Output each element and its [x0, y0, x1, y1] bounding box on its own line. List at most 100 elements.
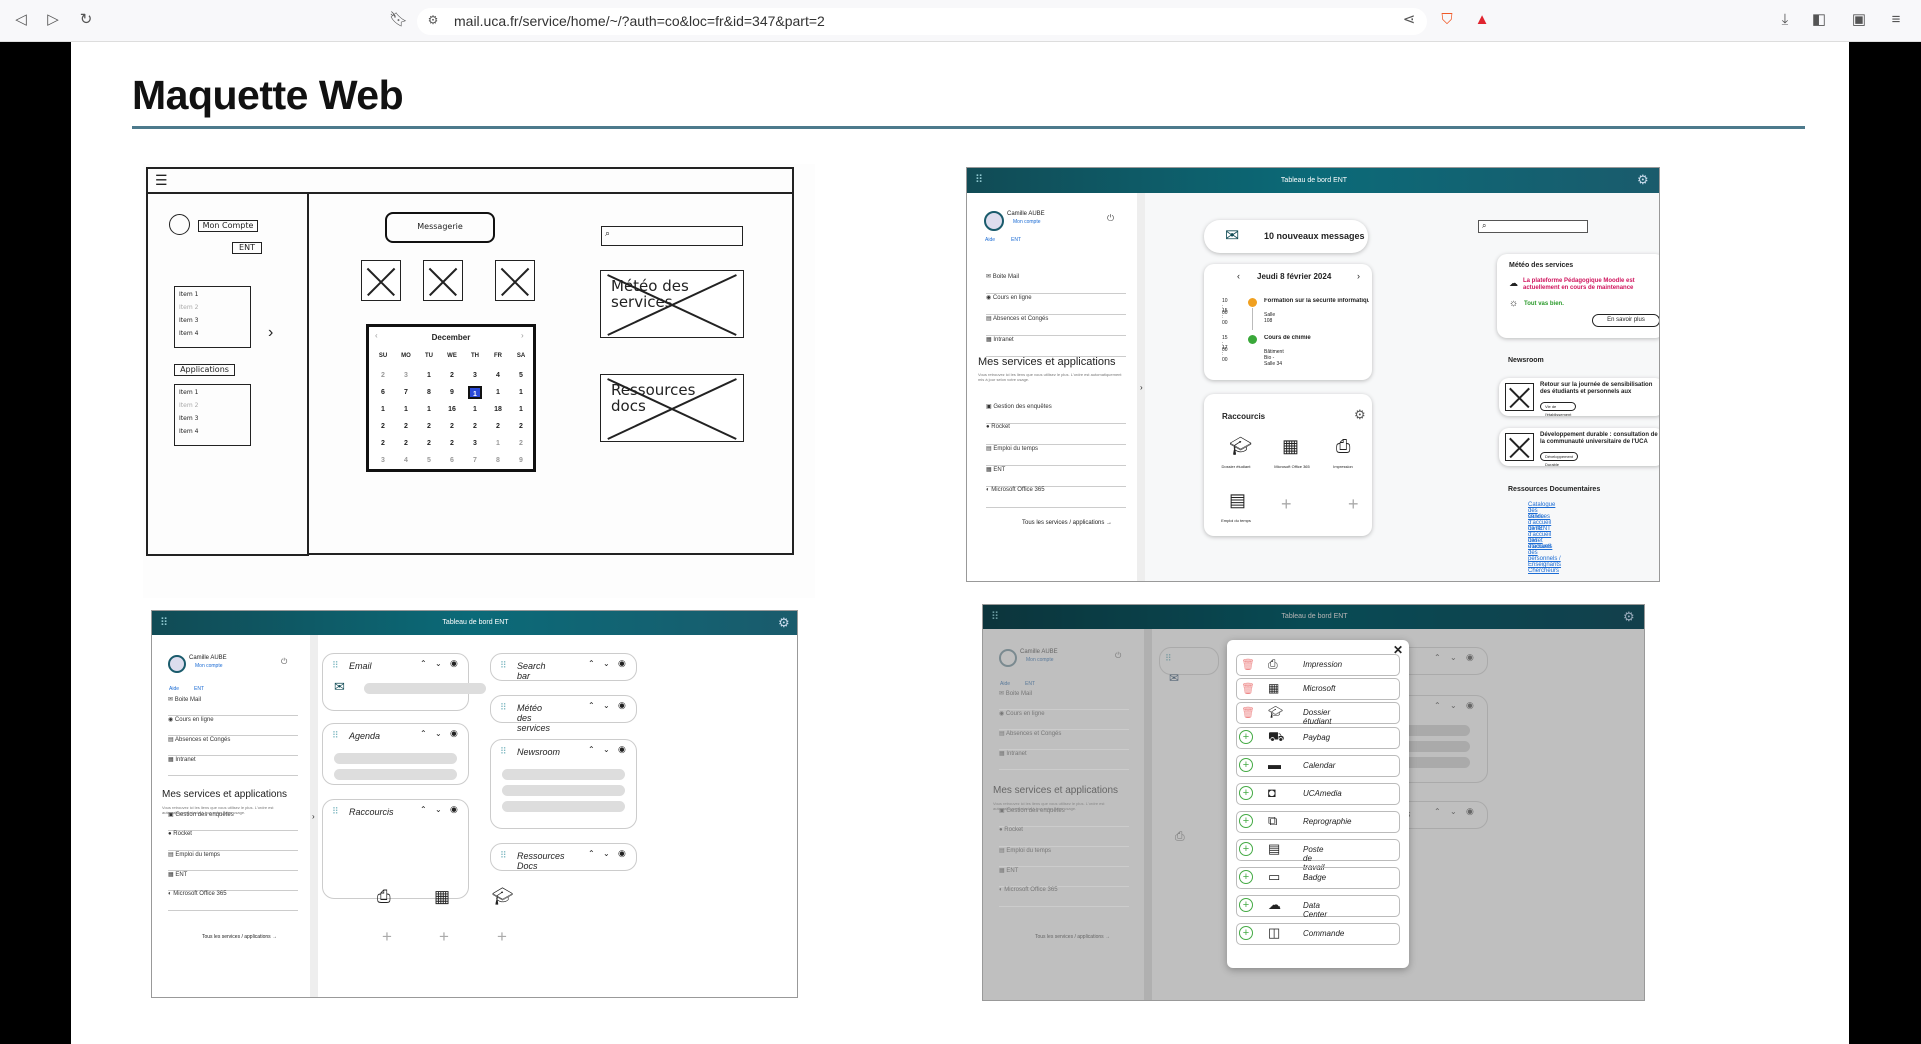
avatar[interactable]	[984, 211, 1004, 231]
widget-raccourcis[interactable]	[322, 799, 469, 899]
calendar-day[interactable]: 3	[376, 454, 390, 467]
calendar-day[interactable]: 2	[422, 420, 436, 433]
reload-icon[interactable]: ↻	[77, 11, 95, 29]
ent-link[interactable]: ENT	[194, 686, 204, 692]
forward-icon[interactable]: ▷	[44, 11, 62, 29]
microsoft-icon[interactable]: ▦	[1282, 436, 1299, 457]
calendar-day[interactable]: 16	[445, 403, 459, 416]
mon-compte-button[interactable]: Mon Compte	[198, 220, 258, 232]
add-shortcut-icon-3[interactable]: +	[497, 927, 507, 947]
calendar-day[interactable]: 9	[514, 454, 528, 467]
apps-grid-icon[interactable]: ⠿	[975, 173, 983, 186]
drag-handle-icon[interactable]: ⠿	[500, 746, 507, 757]
apps-grid-icon[interactable]: ⠿	[991, 610, 999, 623]
chevron-up-icon[interactable]: ⌃	[588, 745, 595, 754]
sidebar-item[interactable]: ◉ Cours en ligne	[986, 294, 1126, 315]
calendar-day[interactable]: 1	[514, 403, 528, 416]
drag-handle-icon[interactable]: ⠿	[332, 806, 339, 817]
settings-gear-icon[interactable]: ⚙	[1623, 609, 1635, 625]
all-services-link[interactable]: Tous les services / applications →	[202, 934, 277, 940]
mon-compte-link[interactable]: Mon compte	[1013, 219, 1041, 225]
calendar-day[interactable]: 1	[399, 403, 413, 416]
sidebar-item[interactable]: ▦ Intranet	[999, 750, 1129, 770]
chevron-up-icon[interactable]: ⌃	[588, 701, 595, 710]
calendar-day[interactable]: 2	[399, 420, 413, 433]
apps-grid-icon[interactable]: ⠿	[160, 616, 168, 629]
sidebar-item[interactable]: ◉ Cours en ligne	[999, 710, 1129, 730]
service-item[interactable]: ◐ Microsoft Office 365	[999, 887, 1129, 907]
sidebar-item[interactable]: ▤ Absences et Congés	[999, 730, 1129, 750]
microsoft-icon[interactable]: ▦	[434, 887, 450, 907]
service-item[interactable]: ▦ ENT	[999, 867, 1129, 887]
trash-icon[interactable]: 🗑︎	[1241, 658, 1255, 671]
calendar-day[interactable]: 4	[399, 454, 413, 467]
calendar-day[interactable]: 1	[514, 386, 528, 399]
chevron-down-icon[interactable]: ⌄	[435, 805, 442, 814]
sidebar-item[interactable]: ✉ Boite Mail	[999, 690, 1129, 710]
news-tag[interactable]: Vie de l'établissement	[1540, 402, 1577, 417]
service-item[interactable]: ▤ Emploi du temps	[986, 445, 1126, 466]
drag-handle-icon[interactable]: ⠿	[332, 660, 339, 671]
add-circle-icon[interactable]: +	[1239, 730, 1253, 744]
service-item[interactable]: ● Rocket	[986, 424, 1126, 445]
search-input[interactable]	[1478, 220, 1588, 233]
calendar-day[interactable]: 1	[491, 437, 505, 450]
eye-icon[interactable]: ◉	[450, 804, 458, 815]
calendar-day[interactable]: 1	[468, 403, 482, 416]
add-circle-icon[interactable]: +	[1239, 926, 1253, 940]
power-icon[interactable]: ⏻	[1107, 213, 1114, 224]
calendar-day[interactable]: 2	[422, 437, 436, 450]
chevron-up-icon[interactable]: ⌃	[420, 729, 427, 738]
service-item[interactable]: ◐ Microsoft Office 365	[168, 891, 298, 911]
chevron-down-icon[interactable]: ⌄	[435, 659, 442, 668]
calendar-day[interactable]: 1	[422, 369, 436, 382]
calendar-day[interactable]: 2	[468, 420, 482, 433]
calendar-day[interactable]: 2	[445, 437, 459, 450]
add-circle-icon[interactable]: +	[1239, 786, 1253, 800]
bookmark-icon[interactable]: 🔖︎	[389, 11, 408, 29]
add-shortcut-icon-2[interactable]: +	[1348, 494, 1359, 515]
ent-link[interactable]: ENT	[1011, 237, 1021, 243]
calendar-day[interactable]: 1	[422, 403, 436, 416]
service-item[interactable]: ▤ Emploi du temps	[999, 847, 1129, 867]
eye-icon[interactable]: ◉	[450, 658, 458, 669]
sidebar-item[interactable]: ▤ Absences et Congés	[986, 315, 1126, 336]
calendar-day[interactable]: 2	[514, 420, 528, 433]
mon-compte-link[interactable]: Mon compte	[195, 663, 223, 669]
trash-icon[interactable]: 🗑︎	[1241, 682, 1255, 695]
eye-icon[interactable]: ◉	[618, 744, 626, 755]
avatar[interactable]	[168, 655, 186, 673]
agenda-next-icon[interactable]: ›	[1357, 271, 1360, 281]
url-text[interactable]: mail.uca.fr/service/home/~/?auth=co&loc=…	[454, 13, 825, 29]
service-item[interactable]: ● Rocket	[999, 827, 1129, 847]
calendar-day[interactable]: 5	[422, 454, 436, 467]
service-item[interactable]: ◐ Microsoft Office 365	[986, 487, 1126, 508]
applications-button[interactable]: Applications	[174, 364, 235, 376]
back-icon[interactable]: ◁	[12, 11, 30, 29]
share-icon[interactable]: ⋖	[1400, 11, 1418, 29]
messagerie-button[interactable]: Messagerie	[385, 212, 495, 243]
add-circle-icon[interactable]: +	[1239, 898, 1253, 912]
service-item[interactable]: ▦ ENT	[168, 871, 298, 891]
raccourcis-settings-icon[interactable]: ⚙	[1354, 407, 1366, 423]
sketch-search-input[interactable]	[601, 226, 743, 246]
eye-icon[interactable]: ◉	[618, 700, 626, 711]
calendar-day[interactable]: 1	[376, 403, 390, 416]
calendar-day[interactable]: 2	[376, 420, 390, 433]
drag-handle-icon[interactable]: ⠿	[500, 660, 507, 671]
add-circle-icon[interactable]: +	[1239, 842, 1253, 856]
sidebar-icon[interactable]: ◧	[1810, 11, 1828, 29]
drag-handle-icon[interactable]: ⠿	[500, 850, 507, 861]
chevron-down-icon[interactable]: ⌄	[603, 701, 610, 710]
chevron-down-icon[interactable]: ⌄	[603, 849, 610, 858]
add-circle-icon[interactable]: +	[1239, 758, 1253, 772]
widget-meteo[interactable]	[490, 695, 637, 723]
calendar-day[interactable]: 2	[399, 437, 413, 450]
service-item[interactable]: ▦ ENT	[986, 466, 1126, 487]
calendar-day[interactable]: 2	[445, 369, 459, 382]
sidebar-item[interactable]: ✉ Boite Mail	[168, 696, 298, 716]
calendar-day[interactable]: 1	[468, 386, 482, 399]
sidebar-item[interactable]: ▦ Intranet	[168, 756, 298, 776]
sidebar-item[interactable]: ◉ Cours en ligne	[168, 716, 298, 736]
calendar-icon[interactable]: ▤	[1229, 490, 1246, 511]
